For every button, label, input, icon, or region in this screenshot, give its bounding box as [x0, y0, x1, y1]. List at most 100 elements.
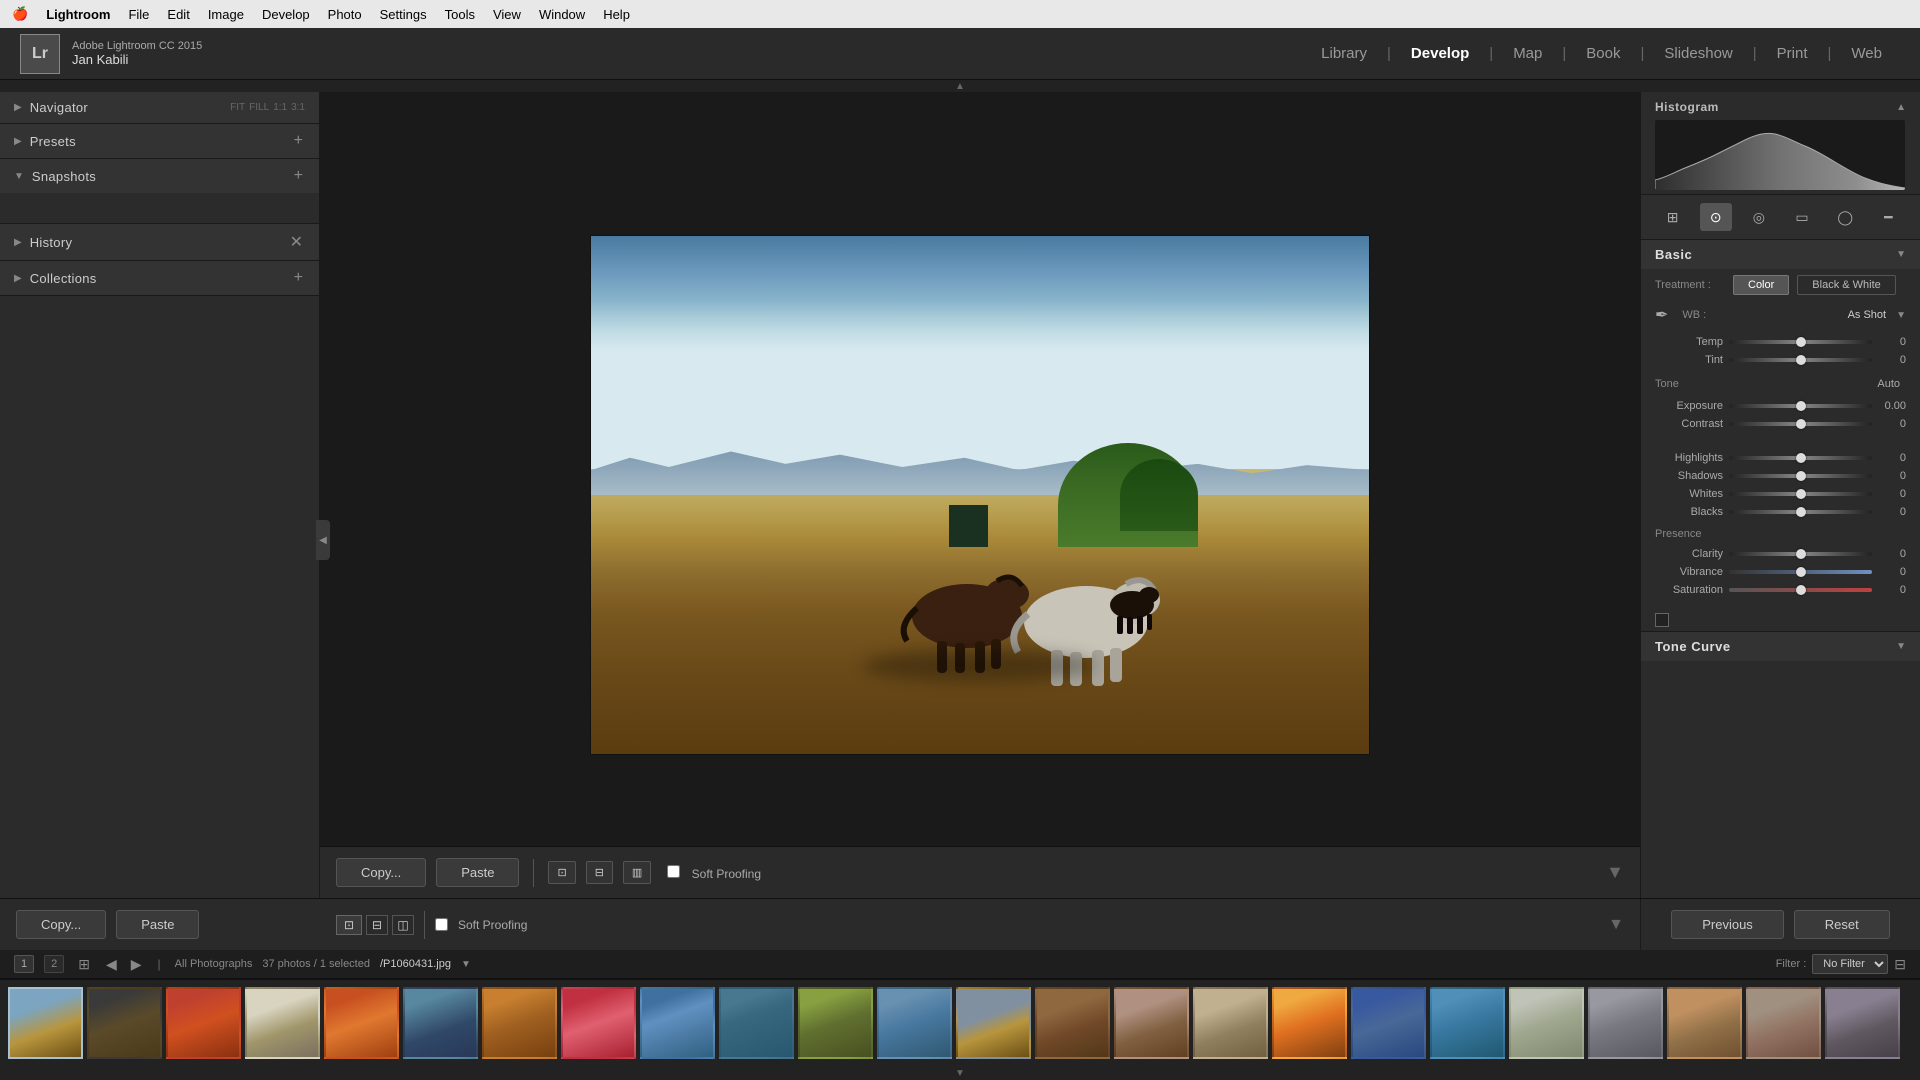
view-options-arrow[interactable]: ▼: [1606, 862, 1624, 882]
filmstrip-thumb-17[interactable]: [1272, 987, 1347, 1059]
spot-heal-tool-icon[interactable]: ⊙: [1700, 203, 1732, 231]
filmstrip-thumb-9[interactable]: [640, 987, 715, 1059]
nav-fit[interactable]: FIT: [230, 102, 245, 113]
filter-lock-btn[interactable]: ⊟: [1894, 956, 1906, 973]
prev-nav-btn[interactable]: ◀: [104, 956, 119, 973]
clarity-track[interactable]: [1729, 552, 1872, 556]
presets-add[interactable]: +: [292, 132, 305, 150]
clarity-thumb[interactable]: [1796, 549, 1806, 559]
snapshots-header[interactable]: ▼ Snapshots +: [0, 159, 319, 193]
help-menu[interactable]: Help: [603, 7, 630, 22]
filmstrip-thumb-14[interactable]: [1035, 987, 1110, 1059]
bw-treatment-btn[interactable]: Black & White: [1797, 275, 1895, 295]
tone-curve-section[interactable]: Tone Curve ▼: [1641, 632, 1920, 661]
contrast-track[interactable]: [1729, 422, 1872, 426]
view-expand-btn[interactable]: ▼: [1608, 916, 1624, 934]
shadows-thumb[interactable]: [1796, 471, 1806, 481]
filmstrip-thumb-22[interactable]: [1667, 987, 1742, 1059]
graduated-tool-icon[interactable]: ▭: [1786, 203, 1818, 231]
top-collapse[interactable]: ▲: [0, 80, 1920, 92]
filmstrip-thumb-23[interactable]: [1746, 987, 1821, 1059]
side-by-side-btn[interactable]: ⊟: [366, 915, 388, 935]
filmstrip-thumb-11[interactable]: [798, 987, 873, 1059]
contrast-thumb[interactable]: [1796, 419, 1806, 429]
filter-dropdown[interactable]: No Filter Flagged Rated Colored: [1812, 954, 1888, 974]
photo-menu[interactable]: Photo: [328, 7, 362, 22]
blacks-track[interactable]: [1729, 510, 1872, 514]
shadows-track[interactable]: [1729, 474, 1872, 478]
wb-dropdown[interactable]: ▼: [1896, 310, 1906, 321]
bottom-collapse-button[interactable]: ▼: [0, 1066, 1920, 1080]
filmstrip-thumb-20[interactable]: [1509, 987, 1584, 1059]
filmstrip-thumb-6[interactable]: [403, 987, 478, 1059]
image-menu[interactable]: Image: [208, 7, 244, 22]
view-mode-button[interactable]: ⊡: [548, 861, 575, 884]
tab-develop[interactable]: Develop: [1393, 39, 1487, 68]
snapshots-add[interactable]: +: [292, 167, 305, 185]
filmstrip-thumb-3[interactable]: [166, 987, 241, 1059]
filmstrip-thumb-2[interactable]: [87, 987, 162, 1059]
whites-thumb[interactable]: [1796, 489, 1806, 499]
single-view-btn[interactable]: ⊡: [336, 915, 362, 935]
panel-footer-icon[interactable]: [1655, 613, 1669, 627]
filmstrip-thumb-24[interactable]: [1825, 987, 1900, 1059]
wb-eyedropper[interactable]: ✒: [1655, 305, 1668, 325]
collections-add[interactable]: +: [292, 269, 305, 287]
nav-1to1[interactable]: 1:1: [273, 102, 287, 113]
filmstrip-thumb-7[interactable]: [482, 987, 557, 1059]
blacks-thumb[interactable]: [1796, 507, 1806, 517]
file-menu[interactable]: File: [128, 7, 149, 22]
filmstrip-thumb-5[interactable]: [324, 987, 399, 1059]
filename-label[interactable]: /P1060431.jpg: [380, 958, 451, 970]
navigator-header[interactable]: ▶ Navigator FIT FILL 1:1 3:1: [0, 92, 319, 123]
tab-library[interactable]: Library: [1303, 39, 1385, 68]
filmstrip-thumb-13[interactable]: [956, 987, 1031, 1059]
view-menu[interactable]: View: [493, 7, 521, 22]
page-1-btn[interactable]: 1: [14, 955, 34, 973]
apple-menu[interactable]: 🍎: [12, 6, 28, 22]
grid-view-btn[interactable]: ⊞: [74, 956, 94, 973]
tone-path-icon[interactable]: ━: [1872, 203, 1904, 231]
tab-book[interactable]: Book: [1568, 39, 1638, 68]
nav-3to1[interactable]: 3:1: [291, 102, 305, 113]
adjustment-tool-icon[interactable]: ◯: [1829, 203, 1861, 231]
tone-auto-button[interactable]: Auto: [1871, 376, 1906, 392]
vibrance-thumb[interactable]: [1796, 567, 1806, 577]
tab-slideshow[interactable]: Slideshow: [1646, 39, 1750, 68]
exposure-track[interactable]: [1729, 404, 1872, 408]
basic-panel-header[interactable]: Basic ▼: [1641, 240, 1920, 269]
history-header[interactable]: ▶ History ✕: [0, 224, 319, 260]
temp-thumb[interactable]: [1796, 337, 1806, 347]
temp-track[interactable]: [1729, 340, 1872, 344]
page-2-btn[interactable]: 2: [44, 955, 64, 973]
filename-dropdown[interactable]: ▼: [461, 959, 471, 970]
whites-track[interactable]: [1729, 492, 1872, 496]
split-view-btn[interactable]: ◫: [392, 915, 414, 935]
next-nav-btn[interactable]: ▶: [129, 956, 144, 973]
tools-menu[interactable]: Tools: [445, 7, 475, 22]
paste-button[interactable]: Paste: [436, 858, 519, 887]
red-eye-tool-icon[interactable]: ◎: [1743, 203, 1775, 231]
filmstrip-thumb-16[interactable]: [1193, 987, 1268, 1059]
settings-menu[interactable]: Settings: [380, 7, 427, 22]
collections-header[interactable]: ▶ Collections +: [0, 261, 319, 295]
copy-settings-button[interactable]: Copy...: [16, 910, 106, 939]
histogram-header[interactable]: Histogram ▲: [1655, 100, 1906, 114]
highlights-thumb[interactable]: [1796, 453, 1806, 463]
filmstrip-thumb-4[interactable]: [245, 987, 320, 1059]
window-menu[interactable]: Window: [539, 7, 585, 22]
edit-menu[interactable]: Edit: [167, 7, 189, 22]
app-menu-lightroom[interactable]: Lightroom: [46, 7, 110, 22]
soft-proofing-check[interactable]: [435, 918, 448, 931]
compare-button[interactable]: ⊟: [586, 861, 613, 884]
filmstrip-thumb-12[interactable]: [877, 987, 952, 1059]
filmstrip-thumb-21[interactable]: [1588, 987, 1663, 1059]
copy-button[interactable]: Copy...: [336, 858, 426, 887]
color-treatment-btn[interactable]: Color: [1733, 275, 1789, 295]
soft-proofing-checkbox[interactable]: [667, 865, 680, 878]
filmstrip-thumb-18[interactable]: [1351, 987, 1426, 1059]
tint-thumb[interactable]: [1796, 355, 1806, 365]
filmstrip-thumb-8[interactable]: [561, 987, 636, 1059]
presets-header[interactable]: ▶ Presets +: [0, 124, 319, 158]
filmstrip-thumb-15[interactable]: [1114, 987, 1189, 1059]
